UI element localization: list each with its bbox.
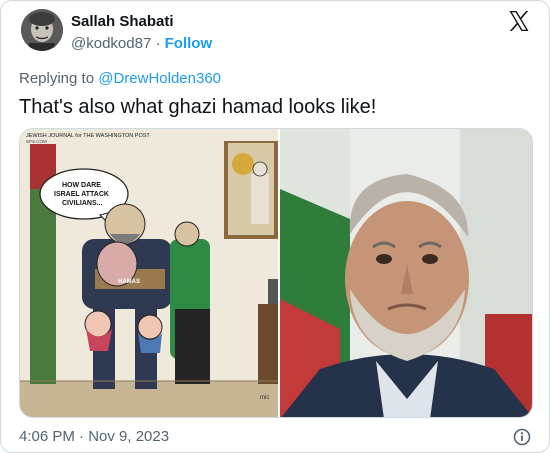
info-icon[interactable] [513,428,531,446]
x-logo-icon[interactable] [507,9,531,33]
author-name[interactable]: Sallah Shabati [71,13,174,30]
cartoon-belt-label: HAMAS [118,279,140,285]
author-handle-row: @kodkod87 · Follow [71,35,212,52]
author-handle[interactable]: @kodkod87 [71,35,151,52]
svg-text:SPS.COM: SPS.COM [26,139,47,144]
svg-text:ISRAEL ATTACK: ISRAEL ATTACK [54,191,109,198]
replying-prefix: Replying to [19,70,95,87]
author-avatar[interactable] [21,9,63,51]
bubble-line-3: CIVILIANS... [62,200,103,207]
portrait-image[interactable] [280,129,532,417]
bubble-line-2: ISRAEL ATTACK [54,191,109,198]
svg-text:HAMAS: HAMAS [118,279,140,285]
handle-separator: · [155,35,161,52]
replying-to: Replying to @DrewHolden360 [19,70,221,87]
follow-button[interactable]: Follow [165,35,213,52]
svg-text:CIVILIANS...: CIVILIANS... [62,200,103,207]
svg-text:HOW DARE: HOW DARE [62,182,101,189]
cartoon-header-sub: SPS.COM [26,139,47,144]
cartoon-image[interactable]: JEWISH JOURNAL for THE WASHINGTON POST S… [20,129,278,417]
replying-mention[interactable]: @DrewHolden360 [98,70,221,87]
bubble-line-1: HOW DARE [62,182,101,189]
tweet-card: Sallah Shabati @kodkod87 · Follow Replyi… [0,0,550,453]
svg-text:mic: mic [260,395,269,401]
tweet-timestamp[interactable]: 4:06 PM · Nov 9, 2023 [19,428,169,445]
tweet-text: That's also what ghazi hamad looks like! [19,96,377,118]
portrait-drawing [280,129,532,417]
cartoon-signature: mic [260,395,269,401]
cartoon-drawing: JEWISH JOURNAL for THE WASHINGTON POST S… [20,129,278,417]
tweet-media[interactable]: JEWISH JOURNAL for THE WASHINGTON POST S… [19,128,533,418]
avatar-image [21,9,63,51]
